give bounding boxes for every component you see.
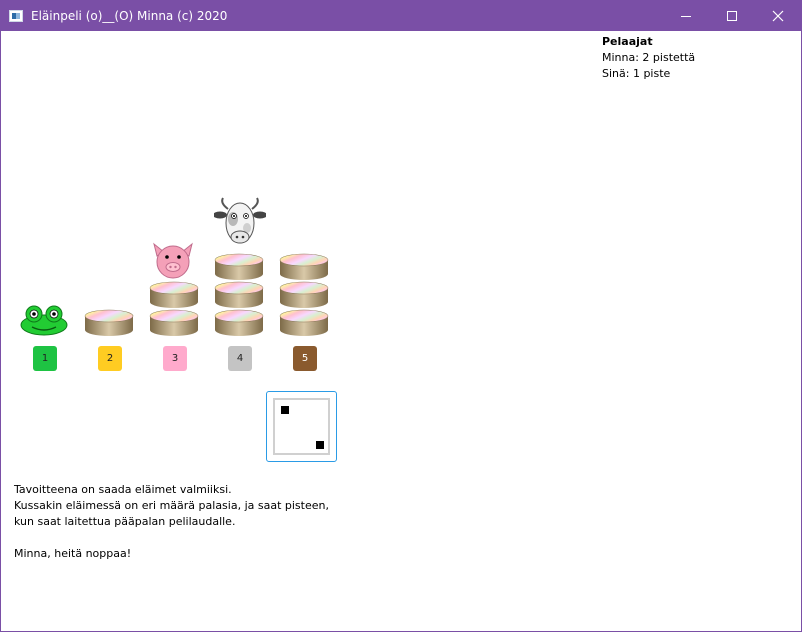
dice-pip bbox=[316, 441, 324, 449]
minimize-button[interactable] bbox=[663, 1, 709, 31]
player-score-you: Sinä: 1 piste bbox=[602, 67, 671, 80]
pad-3-label: 3 bbox=[171, 353, 179, 364]
animal-piece bbox=[279, 309, 329, 336]
pad-4-label: 4 bbox=[236, 353, 244, 364]
app-icon bbox=[9, 10, 23, 22]
animal-piece bbox=[84, 309, 134, 336]
cow-icon[interactable] bbox=[214, 197, 266, 253]
close-icon bbox=[772, 10, 784, 22]
instruction-line: Kussakin eläimessä on eri määrä palasia,… bbox=[14, 499, 329, 512]
maximize-icon bbox=[727, 11, 737, 21]
animal-piece bbox=[214, 281, 264, 308]
turn-prompt: Minna, heitä noppaa! bbox=[14, 547, 132, 560]
pad-4[interactable]: 4 bbox=[228, 346, 252, 371]
dice-face bbox=[273, 398, 330, 455]
pad-3[interactable]: 3 bbox=[163, 346, 187, 371]
maximize-button[interactable] bbox=[709, 1, 755, 31]
animal-piece bbox=[149, 281, 199, 308]
players-header: Pelaajat bbox=[602, 35, 653, 48]
close-button[interactable] bbox=[755, 1, 801, 31]
pad-2-label: 2 bbox=[106, 353, 114, 364]
title-bar[interactable]: Eläinpeli (o)__(O) Minna (c) 2020 bbox=[1, 1, 801, 31]
pad-5-label: 5 bbox=[301, 353, 309, 364]
pad-5[interactable]: 5 bbox=[293, 346, 317, 371]
animal-piece bbox=[149, 309, 199, 336]
window-title: Eläinpeli (o)__(O) Minna (c) 2020 bbox=[31, 9, 228, 23]
frog-icon[interactable] bbox=[18, 303, 70, 337]
instructions: Tavoitteena on saada eläimet valmiiksi. … bbox=[14, 482, 329, 530]
animal-piece bbox=[214, 309, 264, 336]
pad-2[interactable]: 2 bbox=[98, 346, 122, 371]
animal-piece bbox=[214, 253, 264, 280]
pad-1-label: 1 bbox=[41, 353, 49, 364]
minimize-icon bbox=[681, 16, 691, 17]
instruction-line: Tavoitteena on saada eläimet valmiiksi. bbox=[14, 483, 232, 496]
animal-piece bbox=[279, 281, 329, 308]
dice-button[interactable] bbox=[266, 391, 337, 462]
instruction-line: kun saat laitettua pääpalan pelilaudalle… bbox=[14, 515, 236, 528]
animal-piece bbox=[279, 253, 329, 280]
pig-icon[interactable] bbox=[147, 238, 199, 282]
player-score-minna: Minna: 2 pistettä bbox=[602, 51, 696, 64]
pad-1[interactable]: 1 bbox=[33, 346, 57, 371]
players-panel: Pelaajat Minna: 2 pistettä Sinä: 1 piste bbox=[602, 34, 695, 82]
app-window: Eläinpeli (o)__(O) Minna (c) 2020 Pelaaj… bbox=[0, 0, 802, 632]
dice-pip bbox=[281, 406, 289, 414]
